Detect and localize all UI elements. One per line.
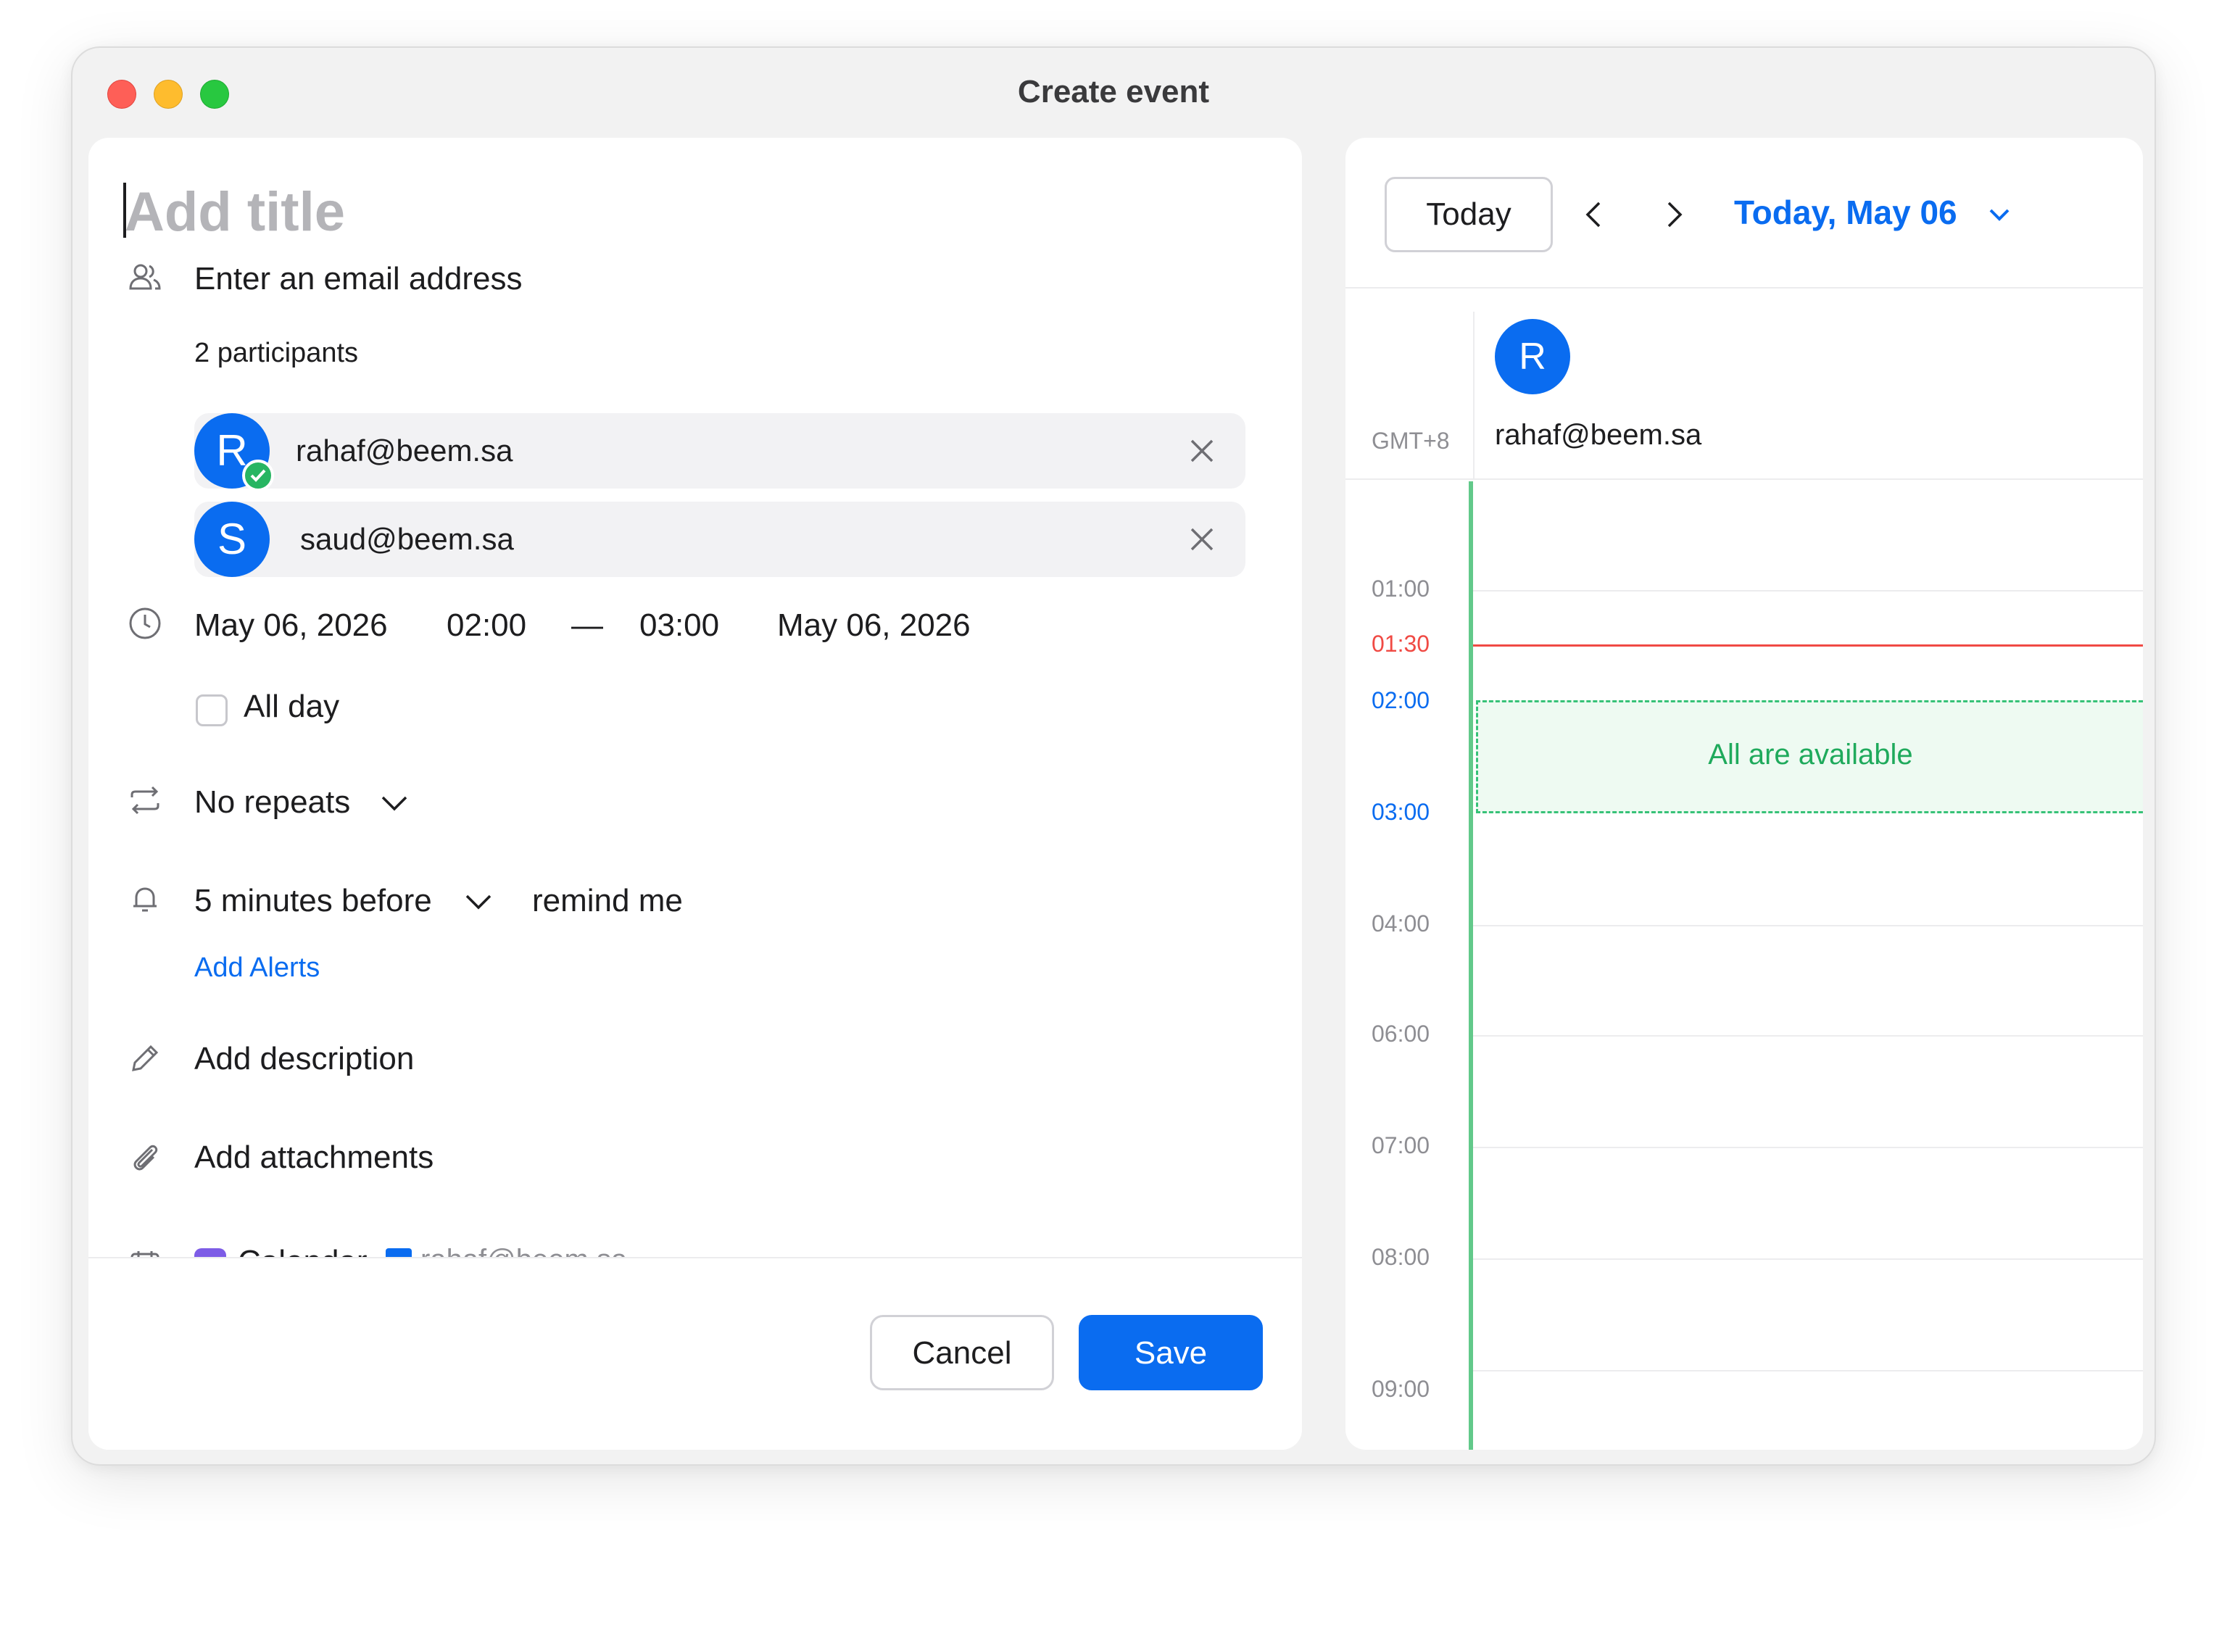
clock-icon xyxy=(126,605,164,642)
hour-line xyxy=(1473,1370,2143,1371)
availability-text: All are available xyxy=(1708,739,1913,771)
people-icon xyxy=(126,260,164,297)
hour-label: 06:00 xyxy=(1372,1021,1430,1047)
participant-row: R rahaf@beem.sa xyxy=(194,413,1245,491)
calendar-panel: Today Today, May 06 R rahaf@beem.sa GMT+… xyxy=(1345,138,2143,1450)
reminder-suffix: remind me xyxy=(532,883,683,918)
hour-line xyxy=(1473,925,2143,926)
add-alerts-link[interactable]: Add Alerts xyxy=(194,952,320,984)
time-separator: — xyxy=(571,607,603,643)
attendee-email: rahaf@beem.sa xyxy=(1495,419,1702,451)
event-start-label: 02:00 xyxy=(1372,687,1430,713)
add-description[interactable]: Add description xyxy=(194,1041,414,1077)
header-divider xyxy=(1345,287,2143,289)
title-bar: Create event xyxy=(72,48,2155,138)
create-event-window: Create event Enter an email address 2 pa… xyxy=(71,46,2156,1466)
start-date[interactable]: May 06, 2026 xyxy=(194,607,388,644)
column-divider xyxy=(1473,312,1475,478)
availability-slot[interactable]: All are available xyxy=(1476,700,2143,813)
reminder-select[interactable]: 5 minutes before xyxy=(194,883,432,919)
date-picker[interactable]: Today, May 06 xyxy=(1734,193,1957,232)
end-date[interactable]: May 06, 2026 xyxy=(777,607,971,644)
pencil-icon xyxy=(126,1039,164,1077)
today-button[interactable]: Today xyxy=(1385,177,1553,252)
start-time[interactable]: 02:00 xyxy=(447,607,526,644)
title-input[interactable] xyxy=(125,175,1212,248)
chevron-down-icon[interactable] xyxy=(378,787,410,819)
header-divider xyxy=(1345,478,2143,480)
participant-email: saud@beem.sa xyxy=(300,522,514,556)
all-day-label: All day xyxy=(244,689,340,724)
bell-icon xyxy=(126,880,164,918)
timezone-label: GMT+8 xyxy=(1372,428,1450,454)
save-button[interactable]: Save xyxy=(1079,1315,1263,1390)
avatar: S xyxy=(194,502,270,577)
hour-line xyxy=(1473,1147,2143,1148)
event-form-panel: Enter an email address 2 participants R … xyxy=(88,138,1302,1450)
remove-participant-icon[interactable] xyxy=(1185,522,1219,557)
hour-label: 01:00 xyxy=(1372,576,1430,602)
hour-line xyxy=(1473,590,2143,592)
email-input[interactable]: Enter an email address xyxy=(194,261,522,297)
hour-label: 08:00 xyxy=(1372,1244,1430,1270)
current-time-label: 01:30 xyxy=(1372,631,1430,657)
cancel-button[interactable]: Cancel xyxy=(870,1315,1054,1390)
current-time-line xyxy=(1473,644,2143,647)
hour-label: 04:00 xyxy=(1372,910,1430,937)
chevron-down-icon[interactable] xyxy=(463,886,494,918)
hour-label: 09:00 xyxy=(1372,1376,1430,1402)
hour-line xyxy=(1473,1035,2143,1037)
hour-line xyxy=(1473,1258,2143,1260)
repeat-icon xyxy=(126,781,164,819)
all-day-checkbox[interactable] xyxy=(196,694,228,726)
repeat-select[interactable]: No repeats xyxy=(194,784,350,821)
today-column-indicator xyxy=(1469,481,1473,1450)
participant-row: S saud@beem.sa xyxy=(194,502,1245,577)
participant-email: rahaf@beem.sa xyxy=(296,433,513,468)
chevron-right-icon[interactable] xyxy=(1656,197,1691,232)
window-title: Create event xyxy=(1017,74,1210,109)
form-footer: Cancel Save xyxy=(88,1258,1302,1450)
verified-badge-icon xyxy=(242,460,274,491)
avatar: R xyxy=(1495,319,1570,394)
participants-count: 2 participants xyxy=(194,338,359,368)
end-time[interactable]: 03:00 xyxy=(639,607,719,644)
chevron-left-icon[interactable] xyxy=(1577,197,1612,232)
event-end-label: 03:00 xyxy=(1372,799,1430,825)
hour-label: 07:00 xyxy=(1372,1132,1430,1158)
paperclip-icon xyxy=(126,1138,164,1176)
chevron-down-icon[interactable] xyxy=(1985,200,2014,229)
add-attachments[interactable]: Add attachments xyxy=(194,1140,434,1176)
remove-participant-icon[interactable] xyxy=(1185,433,1219,468)
